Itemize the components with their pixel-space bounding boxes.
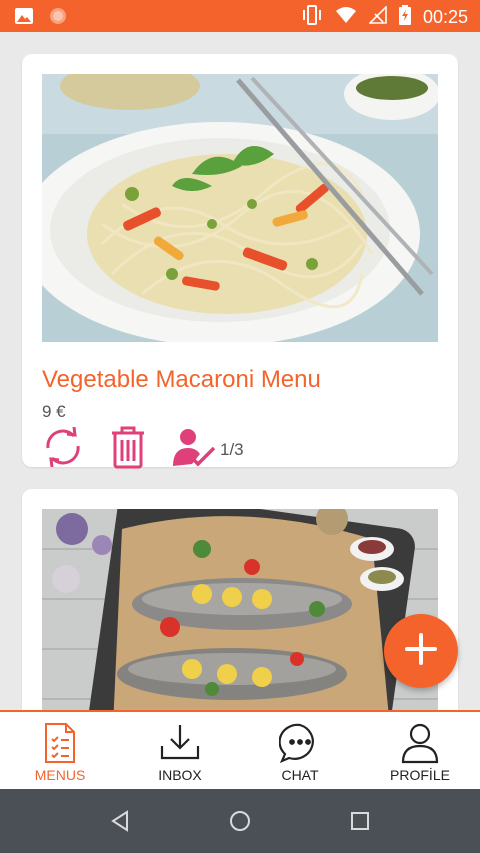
nav-chat[interactable]: CHAT	[240, 712, 360, 791]
notification-dot-icon	[48, 6, 68, 31]
nav-inbox[interactable]: INBOX	[120, 712, 240, 791]
menu-card[interactable]	[22, 489, 458, 710]
nav-label: MENUS	[34, 767, 86, 783]
vibrate-icon	[301, 5, 323, 30]
user-check-icon[interactable]	[170, 424, 216, 475]
no-signal-icon	[368, 5, 387, 29]
download-icon	[159, 722, 201, 767]
recents-icon[interactable]	[348, 809, 372, 838]
nav-menus[interactable]: MENUS	[0, 712, 120, 791]
status-time: 00:25	[422, 7, 468, 27]
menu-title[interactable]: Vegetable Macaroni Menu	[42, 366, 321, 394]
status-bar: 00:25	[0, 0, 480, 32]
menu-card[interactable]: Vegetable Macaroni Menu 9 € 1/3	[22, 54, 458, 469]
document-icon	[42, 722, 78, 769]
add-menu-button[interactable]	[384, 614, 458, 688]
battery-charging-icon	[398, 5, 411, 30]
nav-profile[interactable]: PROFİLE	[360, 712, 480, 791]
menu-photo[interactable]	[42, 74, 438, 342]
system-navigation-bar	[0, 789, 480, 853]
back-icon[interactable]	[108, 809, 132, 838]
image-icon	[14, 7, 34, 30]
plus-icon	[403, 631, 439, 672]
bottom-navigation: MENUS INBOX CHAT PROFİLE	[0, 710, 480, 791]
portion-count: 1/3	[220, 439, 244, 459]
menu-photo[interactable]	[42, 509, 438, 710]
user-icon	[400, 722, 440, 769]
nav-label: INBOX	[158, 767, 202, 783]
nav-label: PROFİLE	[390, 767, 450, 783]
chat-bubble-icon	[278, 722, 321, 769]
wifi-icon	[335, 6, 357, 29]
trash-icon[interactable]	[108, 424, 148, 475]
nav-label: CHAT	[281, 767, 319, 783]
refresh-icon[interactable]	[40, 424, 86, 475]
menu-feed[interactable]: Vegetable Macaroni Menu 9 € 1/3	[0, 32, 480, 710]
menu-price: 9 €	[42, 402, 66, 421]
home-icon[interactable]	[228, 809, 252, 838]
menu-actions: 1/3	[40, 424, 244, 475]
